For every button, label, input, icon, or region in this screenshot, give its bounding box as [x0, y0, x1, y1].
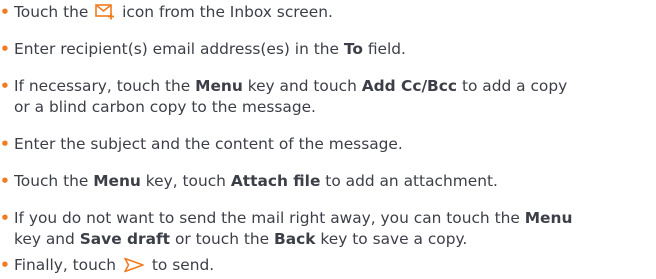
step-5: • Touch the Menu key, touch Attach file t… — [0, 171, 656, 192]
compose-mail-icon — [95, 4, 115, 26]
step-6-cont-mid: or touch the — [170, 230, 275, 248]
step-1-post: icon from the Inbox screen. — [122, 3, 333, 21]
bullet: • — [0, 209, 10, 227]
step-2-pre: Enter recipient(s) email address(es) in … — [14, 40, 344, 58]
step-1-pre: Touch the — [14, 3, 89, 21]
keyword-attach-file: Attach file — [230, 172, 321, 190]
keyword-menu: Menu — [93, 172, 141, 190]
step-6-cont-post: key to save a copy. — [315, 230, 468, 248]
bullet: • — [0, 135, 10, 153]
send-arrow-icon — [123, 257, 145, 279]
bullet: • — [0, 40, 10, 58]
bullet: • — [0, 77, 10, 95]
keyword-save-draft: Save draft — [79, 230, 171, 248]
step-5-pre: Touch the — [14, 172, 94, 190]
step-6-cont-pre: key and — [14, 230, 80, 248]
step-6-pre: If you do not want to send the mail righ… — [14, 209, 525, 227]
keyword-back: Back — [274, 230, 316, 248]
step-4-text: Enter the subject and the content of the… — [14, 135, 403, 153]
bullet: • — [0, 172, 10, 190]
step-7: • Finally, touch to send. — [0, 255, 656, 279]
keyword-to: To — [343, 40, 363, 58]
step-2-post: field. — [362, 40, 406, 58]
bullet: • — [0, 3, 10, 21]
step-7-post: to send. — [151, 256, 215, 274]
step-3: • If necessary, touch the Menu key and to… — [0, 76, 656, 118]
step-6: • If you do not want to send the mail rig… — [0, 208, 656, 250]
step-2: • Enter recipient(s) email address(es) in… — [0, 39, 656, 60]
step-1: • Touch the icon from the Inbox screen. — [0, 2, 656, 26]
step-3-post: to add a copy — [457, 77, 568, 95]
keyword-menu: Menu — [195, 77, 243, 95]
keyword-add-cc-bcc: Add Cc/Bcc — [361, 77, 458, 95]
keyword-menu: Menu — [524, 209, 573, 227]
step-5-post: to add an attachment. — [320, 172, 498, 190]
step-4: • Enter the subject and the content of th… — [0, 134, 656, 155]
step-3-mid: key and touch — [242, 77, 362, 95]
bullet: • — [0, 256, 10, 274]
step-5-mid: key, touch — [140, 172, 231, 190]
step-7-pre: Finally, touch — [14, 256, 117, 274]
step-3-pre: If necessary, touch the — [14, 77, 196, 95]
step-3-continuation: or a blind carbon copy to the message. — [14, 98, 316, 116]
